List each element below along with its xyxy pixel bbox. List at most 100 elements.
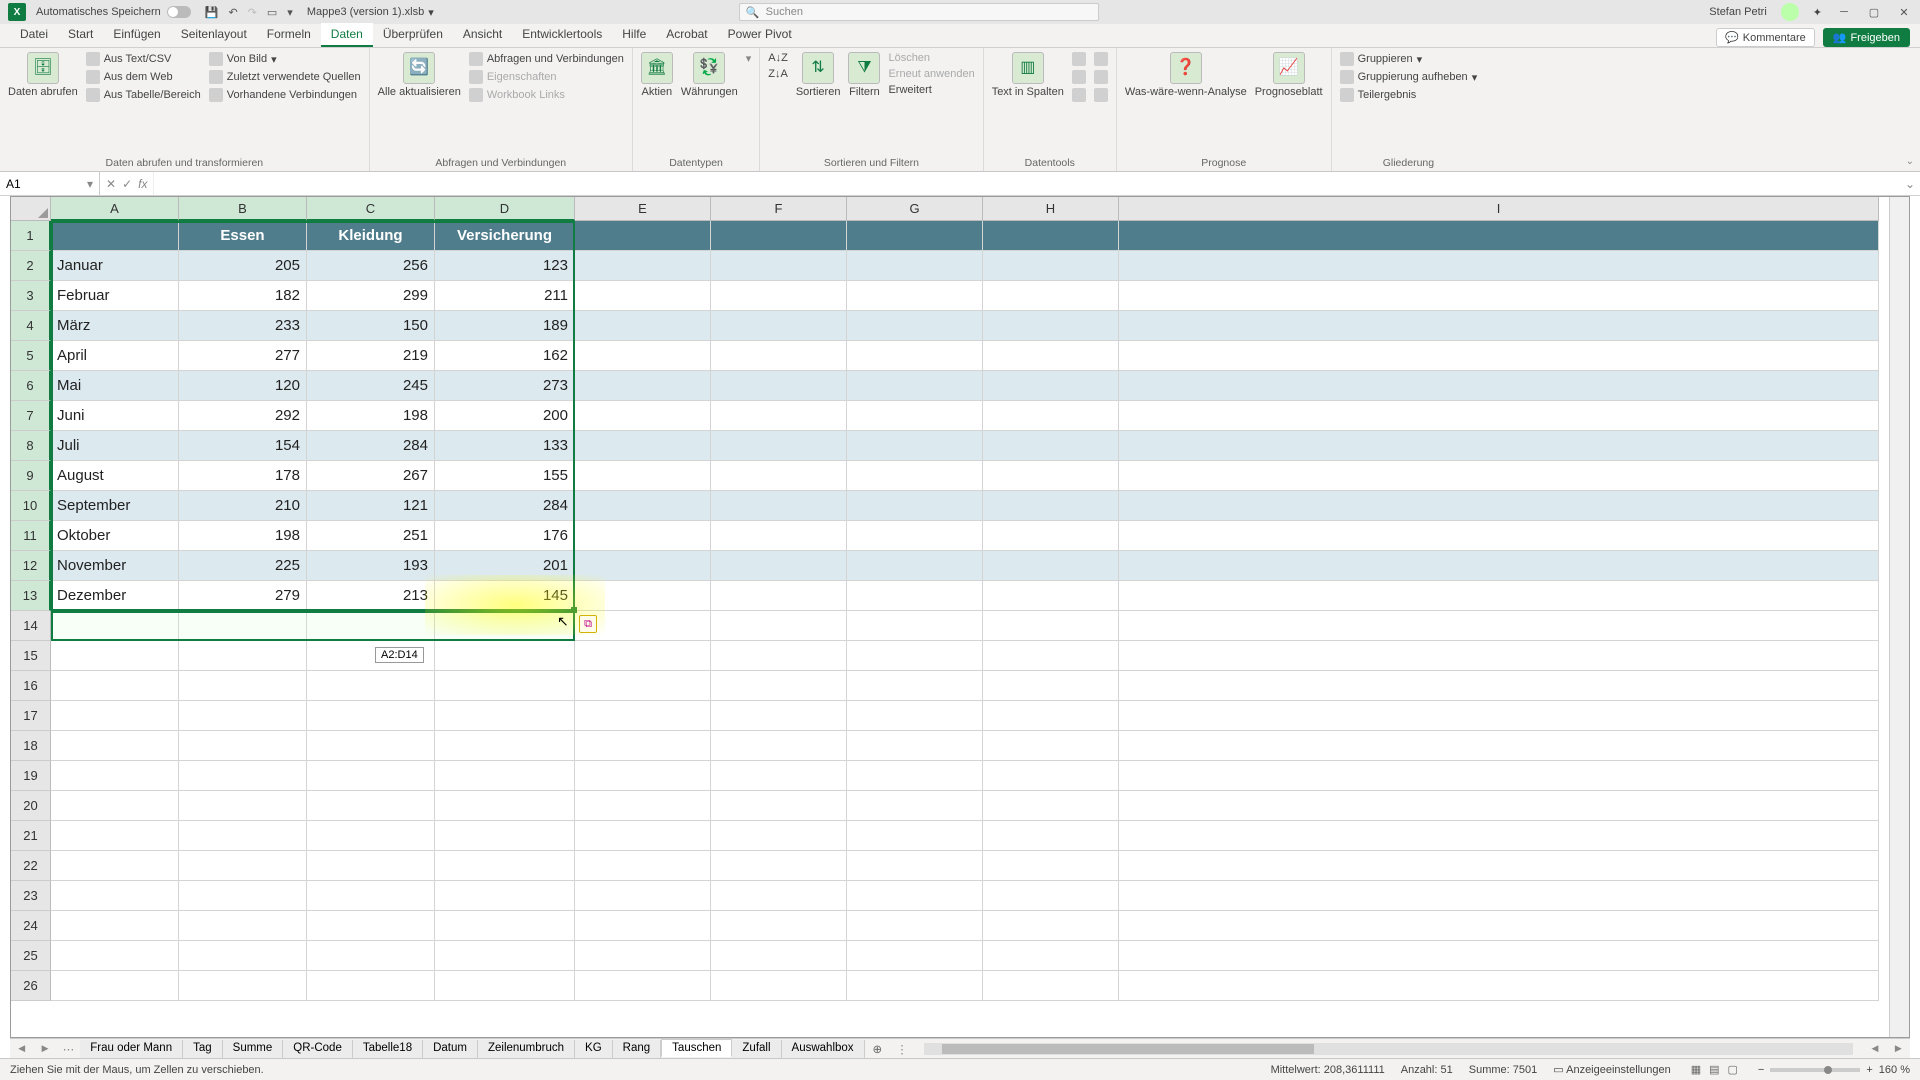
cell[interactable] <box>307 731 435 761</box>
cell[interactable] <box>711 641 847 671</box>
row-header[interactable]: 10 <box>11 491 51 521</box>
cell[interactable] <box>847 941 983 971</box>
cell[interactable] <box>711 791 847 821</box>
cell[interactable] <box>847 581 983 611</box>
cell[interactable] <box>847 611 983 641</box>
cell[interactable] <box>847 281 983 311</box>
cell[interactable] <box>983 641 1119 671</box>
cell[interactable] <box>575 461 711 491</box>
from-picture[interactable]: Von Bild ▾ <box>209 52 361 66</box>
cell[interactable] <box>51 851 179 881</box>
tab-entwicklertools[interactable]: Entwicklertools <box>512 23 612 47</box>
cell[interactable] <box>983 581 1119 611</box>
cell[interactable] <box>1119 221 1879 251</box>
select-all-corner[interactable] <box>11 197 51 221</box>
cell[interactable] <box>179 641 307 671</box>
cell[interactable] <box>179 761 307 791</box>
cell[interactable] <box>179 881 307 911</box>
cell[interactable] <box>575 881 711 911</box>
cell[interactable] <box>307 881 435 911</box>
cell[interactable] <box>983 551 1119 581</box>
cell[interactable]: Januar <box>51 251 179 281</box>
cell[interactable] <box>1119 761 1879 791</box>
cell[interactable] <box>983 611 1119 641</box>
cell[interactable] <box>51 881 179 911</box>
cell[interactable] <box>711 911 847 941</box>
cell[interactable] <box>711 521 847 551</box>
cell[interactable] <box>575 941 711 971</box>
row-header[interactable]: 9 <box>11 461 51 491</box>
cell[interactable] <box>983 761 1119 791</box>
cell[interactable]: 273 <box>435 371 575 401</box>
cell[interactable]: 155 <box>435 461 575 491</box>
cell[interactable]: 154 <box>179 431 307 461</box>
cell[interactable] <box>179 701 307 731</box>
cell[interactable] <box>575 761 711 791</box>
cell[interactable] <box>51 671 179 701</box>
search-box[interactable]: 🔍 Suchen <box>739 3 1099 21</box>
cell[interactable] <box>983 821 1119 851</box>
row-header[interactable]: 12 <box>11 551 51 581</box>
column-header-D[interactable]: D <box>435 197 575 221</box>
row-header[interactable]: 20 <box>11 791 51 821</box>
cell[interactable] <box>1119 911 1879 941</box>
formula-expand-icon[interactable]: ⌄ <box>1900 172 1920 195</box>
cell[interactable] <box>307 701 435 731</box>
cell[interactable] <box>575 671 711 701</box>
cell[interactable] <box>575 401 711 431</box>
cell[interactable]: Oktober <box>51 521 179 551</box>
advanced-filter[interactable]: Erweitert <box>888 84 974 96</box>
more-icon[interactable]: ▾ <box>746 52 752 65</box>
cell[interactable] <box>179 671 307 701</box>
cell[interactable] <box>1119 401 1879 431</box>
cell[interactable] <box>51 911 179 941</box>
display-settings[interactable]: ▭ Anzeigeeinstellungen <box>1553 1063 1670 1076</box>
save-icon[interactable]: 💾 <box>205 6 219 19</box>
cell[interactable]: August <box>51 461 179 491</box>
cell[interactable] <box>575 431 711 461</box>
cell[interactable]: 133 <box>435 431 575 461</box>
cell[interactable] <box>711 611 847 641</box>
cell[interactable] <box>983 371 1119 401</box>
cell[interactable] <box>711 701 847 731</box>
cell[interactable] <box>575 791 711 821</box>
data-validation[interactable] <box>1072 88 1086 102</box>
cell[interactable] <box>711 971 847 1001</box>
view-buttons[interactable]: ▦▤▢ <box>1687 1063 1742 1076</box>
cell[interactable]: 182 <box>179 281 307 311</box>
cell[interactable] <box>847 401 983 431</box>
refresh-all-button[interactable]: 🔄 Alle aktualisieren <box>378 52 461 98</box>
cell[interactable] <box>1119 311 1879 341</box>
sheet-tab[interactable]: KG <box>575 1040 613 1058</box>
autosave-toggle[interactable]: Automatisches Speichern <box>36 6 191 18</box>
cell[interactable]: 121 <box>307 491 435 521</box>
row-header[interactable]: 16 <box>11 671 51 701</box>
get-data-button[interactable]: 🗄 Daten abrufen <box>8 52 78 98</box>
cell[interactable] <box>711 581 847 611</box>
tab-seitenlayout[interactable]: Seitenlayout <box>171 23 257 47</box>
cell[interactable] <box>1119 791 1879 821</box>
cell[interactable] <box>711 221 847 251</box>
cell[interactable] <box>435 641 575 671</box>
sheet-tab[interactable]: Tauschen <box>661 1039 732 1057</box>
cell[interactable] <box>179 971 307 1001</box>
tab-daten[interactable]: Daten <box>321 23 373 47</box>
row-header[interactable]: 24 <box>11 911 51 941</box>
cell[interactable]: 201 <box>435 551 575 581</box>
data-model[interactable] <box>1094 88 1108 102</box>
minimize-button[interactable]: ─ <box>1836 6 1852 18</box>
cell[interactable] <box>435 791 575 821</box>
camera-icon[interactable]: ▭ <box>267 6 277 19</box>
row-header[interactable]: 1 <box>11 221 51 251</box>
cell[interactable] <box>847 821 983 851</box>
column-headers[interactable]: ABCDEFGHI <box>51 197 1889 221</box>
cell[interactable] <box>51 941 179 971</box>
cell[interactable]: 219 <box>307 341 435 371</box>
cell[interactable] <box>575 491 711 521</box>
cell[interactable] <box>711 761 847 791</box>
cell[interactable] <box>179 821 307 851</box>
maximize-button[interactable]: ▢ <box>1866 6 1882 19</box>
cell[interactable]: 193 <box>307 551 435 581</box>
cell[interactable] <box>847 461 983 491</box>
cell[interactable] <box>51 641 179 671</box>
